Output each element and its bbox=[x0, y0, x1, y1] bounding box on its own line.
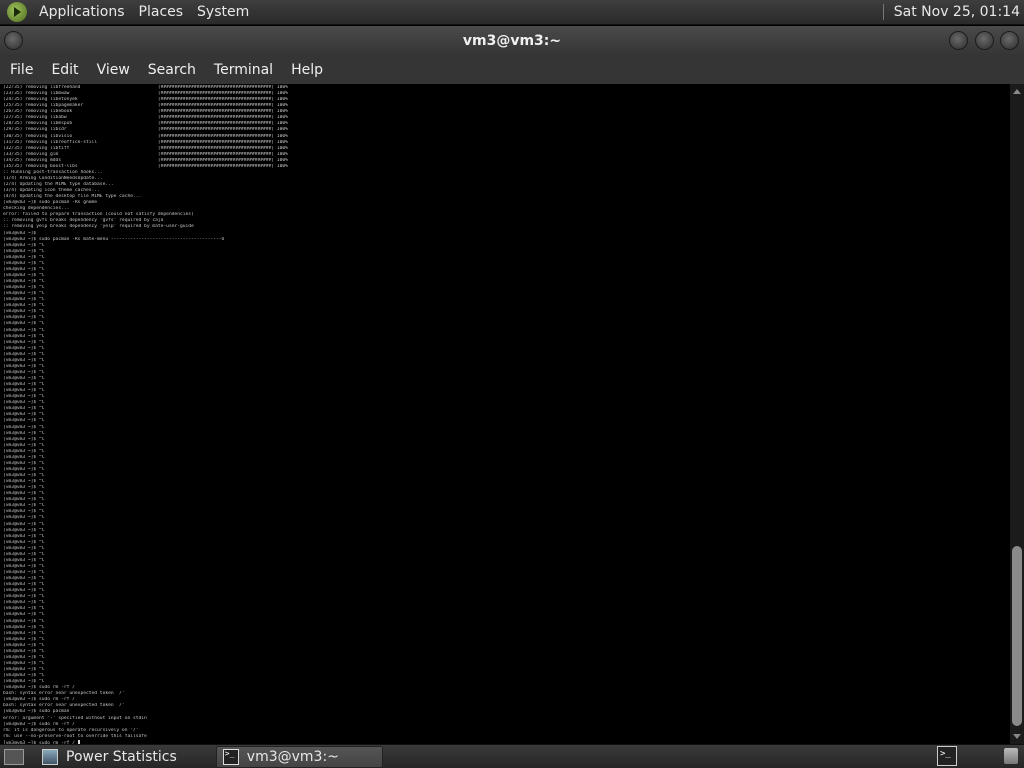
clock[interactable]: Sat Nov 25, 01:14 bbox=[894, 4, 1024, 20]
menu-terminal[interactable]: Terminal bbox=[205, 62, 282, 78]
task-terminal[interactable]: vm3@vm3:~ bbox=[215, 745, 383, 768]
terminal-icon bbox=[222, 748, 239, 765]
panel-separator bbox=[882, 4, 884, 20]
terminal-menubar: File Edit View Search Terminal Help bbox=[0, 55, 1024, 84]
show-desktop-icon[interactable] bbox=[4, 748, 24, 765]
window-title: vm3@vm3:~ bbox=[462, 32, 562, 49]
scroll-up-arrow-icon[interactable] bbox=[1013, 89, 1021, 94]
trash-icon[interactable] bbox=[1004, 748, 1018, 764]
close-button[interactable] bbox=[1000, 31, 1019, 50]
task-label: vm3@vm3:~ bbox=[246, 748, 339, 765]
window-menu-button[interactable] bbox=[4, 31, 23, 50]
scroll-down-arrow-icon[interactable] bbox=[1013, 734, 1021, 739]
task-label: Power Statistics bbox=[66, 748, 177, 765]
power-statistics-icon bbox=[42, 748, 58, 765]
applications-menu[interactable]: Applications bbox=[32, 4, 132, 20]
window-titlebar[interactable]: vm3@vm3:~ bbox=[0, 26, 1024, 55]
terminal-scrollbar[interactable] bbox=[1010, 84, 1024, 744]
menu-help[interactable]: Help bbox=[282, 62, 332, 78]
distro-logo-icon[interactable] bbox=[7, 2, 27, 22]
menu-edit[interactable]: Edit bbox=[42, 62, 87, 78]
task-power-statistics[interactable]: Power Statistics bbox=[36, 746, 183, 768]
maximize-button[interactable] bbox=[975, 31, 994, 50]
minimize-button[interactable] bbox=[949, 31, 968, 50]
menu-search[interactable]: Search bbox=[139, 62, 205, 78]
terminal-output[interactable]: (22/35) removing libfreehand [##########… bbox=[0, 84, 1010, 744]
top-panel: Applications Places System Sat Nov 25, 0… bbox=[0, 0, 1024, 25]
menu-file[interactable]: File bbox=[0, 62, 42, 78]
system-menu[interactable]: System bbox=[190, 4, 256, 20]
places-menu[interactable]: Places bbox=[132, 4, 191, 20]
workspace-switcher-icon[interactable] bbox=[937, 746, 957, 766]
bottom-panel: Power Statistics vm3@vm3:~ bbox=[0, 744, 1024, 768]
menu-view[interactable]: View bbox=[88, 62, 139, 78]
scrollbar-thumb[interactable] bbox=[1012, 546, 1022, 726]
